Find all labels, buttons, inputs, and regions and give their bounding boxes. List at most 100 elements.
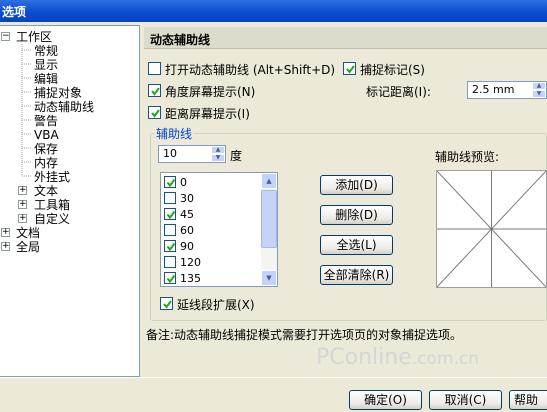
spin-down-icon[interactable]: ▼ xyxy=(532,90,546,98)
tree-item-label: VBA xyxy=(34,128,59,142)
list-item[interactable]: 0 xyxy=(164,175,260,191)
scroll-thumb[interactable] xyxy=(261,190,277,248)
options-tree[interactable]: − 工作区 常规 显示 编辑 捕捉对象 动态辅助线 警告 VBA 保存 内存 外… xyxy=(0,25,140,377)
enable-dynamic-guides-label: 打开动态辅助线 (Alt+Shift+D) xyxy=(165,63,336,77)
scroll-up-icon[interactable]: ▲ xyxy=(261,173,277,189)
guide-preview xyxy=(436,170,547,288)
angle-checkbox[interactable] xyxy=(164,208,176,220)
angle-value: 90 xyxy=(180,240,194,253)
angle-list-scrollbar[interactable]: ▲ ▼ xyxy=(261,173,277,286)
list-item[interactable]: 30 xyxy=(164,191,260,207)
expand-customize-icon[interactable]: + xyxy=(18,214,27,223)
angle-value: 120 xyxy=(180,256,201,269)
angle-value: 60 xyxy=(180,224,194,237)
title-bar: 选项 xyxy=(0,0,547,22)
dialog-footer: 确定(O) 取消(C) 帮助 xyxy=(0,377,547,412)
list-item[interactable]: 120 xyxy=(164,255,260,271)
tree-item-label: 常规 xyxy=(34,44,59,58)
distance-screen-tip-checkbox[interactable] xyxy=(148,106,161,119)
tick-spacing-spinner[interactable]: ▲ ▼ xyxy=(532,82,546,98)
angle-value: 0 xyxy=(180,176,187,189)
expand-document-icon[interactable]: + xyxy=(1,228,10,237)
tick-spacing-value: 2.5 mm xyxy=(472,83,515,96)
tree-item-display[interactable]: 显示 xyxy=(34,58,58,72)
angle-checkbox[interactable] xyxy=(164,272,176,284)
list-item[interactable]: 90 xyxy=(164,239,260,255)
scroll-down-icon[interactable]: ▼ xyxy=(261,270,277,286)
angle-value: 45 xyxy=(180,208,194,221)
expand-toolbox-icon[interactable]: + xyxy=(18,200,27,209)
spin-down-icon[interactable]: ▼ xyxy=(211,154,225,162)
tree-item-workspace[interactable]: 工作区 xyxy=(16,30,52,44)
tree-item-label: 工作区 xyxy=(16,30,53,44)
check-icon xyxy=(166,242,176,252)
tree-item-toolbox[interactable]: 工具箱 xyxy=(34,198,70,212)
delete-button[interactable]: 删除(D) xyxy=(320,205,393,225)
angle-unit-label: 度 xyxy=(230,149,243,163)
list-item[interactable]: 45 xyxy=(164,207,260,223)
help-button[interactable]: 帮助 xyxy=(509,390,547,410)
watermark-suffix: .com.cn xyxy=(411,349,479,369)
guide-preview-lines xyxy=(436,170,547,288)
tree-item-label: 文本 xyxy=(34,184,59,198)
tree-item-label: 捕捉对象 xyxy=(34,86,83,100)
tree-item-label: 保存 xyxy=(34,142,59,156)
tree-item-label: 自定义 xyxy=(34,212,71,226)
tree-item-label: 警告 xyxy=(34,114,59,128)
tree-item-dynamic-guides[interactable]: 动态辅助线 xyxy=(34,100,95,114)
angle-checkbox[interactable] xyxy=(164,192,176,204)
tree-item-edit[interactable]: 编辑 xyxy=(34,72,58,86)
cancel-button[interactable]: 取消(C) xyxy=(429,390,502,410)
add-button[interactable]: 添加(D) xyxy=(320,175,393,195)
tree-item-text[interactable]: 文本 xyxy=(34,184,58,198)
distance-screen-tip-label: 距离屏幕提示(I) xyxy=(165,107,250,121)
list-item[interactable]: 60 xyxy=(164,223,260,239)
tree-item-warnings[interactable]: 警告 xyxy=(34,114,58,128)
collapse-workspace-icon[interactable]: − xyxy=(1,32,10,41)
tree-item-plugins[interactable]: 外挂式 xyxy=(34,170,70,184)
clear-all-button[interactable]: 全部清除(R) xyxy=(320,265,393,285)
angle-checkbox[interactable] xyxy=(164,240,176,252)
angle-value: 10 xyxy=(163,147,177,160)
enable-dynamic-guides-checkbox[interactable] xyxy=(148,62,161,75)
tree-item-customize[interactable]: 自定义 xyxy=(34,212,70,226)
expand-text-icon[interactable]: + xyxy=(18,186,27,195)
spin-up-icon[interactable]: ▲ xyxy=(211,146,225,154)
tree-item-label: 显示 xyxy=(34,58,59,72)
note-text: 备注:动态辅助线捕捉模式需要打开选项页的对象捕捉选项。 xyxy=(146,328,463,342)
extend-segment-label: 延线段扩展(X) xyxy=(177,298,255,312)
ok-button[interactable]: 确定(O) xyxy=(349,390,422,410)
tree-item-memory[interactable]: 内存 xyxy=(34,156,58,170)
check-icon xyxy=(166,210,176,220)
tree-item-general[interactable]: 常规 xyxy=(34,44,58,58)
angle-checkbox[interactable] xyxy=(164,176,176,188)
angle-value: 30 xyxy=(180,192,194,205)
check-icon xyxy=(346,65,355,74)
tree-item-snap-objects[interactable]: 捕捉对象 xyxy=(34,86,82,100)
check-icon xyxy=(163,300,172,309)
angle-screen-tip-checkbox[interactable] xyxy=(148,84,161,97)
window-title: 选项 xyxy=(2,5,27,19)
angle-spinner[interactable]: ▲ ▼ xyxy=(211,146,225,162)
spin-up-icon[interactable]: ▲ xyxy=(532,82,546,90)
tick-spacing-input[interactable]: 2.5 mm ▲ ▼ xyxy=(467,81,547,99)
guides-group-title: 辅助线 xyxy=(154,125,195,142)
check-icon xyxy=(151,87,160,96)
angle-list[interactable]: 0 30 45 60 90 120 135 ▲ ▼ xyxy=(160,172,278,287)
snap-ticks-checkbox[interactable] xyxy=(343,62,356,75)
angle-input[interactable]: 10 ▲ ▼ xyxy=(158,145,226,163)
tick-spacing-label: 标记距离(I): xyxy=(366,85,431,99)
list-item[interactable]: 135 xyxy=(164,271,260,286)
tree-item-save[interactable]: 保存 xyxy=(34,142,58,156)
watermark-main: PConline xyxy=(316,345,412,370)
tree-item-label: 文档 xyxy=(16,226,41,240)
watermark: PConline.com.cn xyxy=(316,345,479,370)
tree-item-vba[interactable]: VBA xyxy=(34,128,59,142)
tree-item-document[interactable]: 文档 xyxy=(16,226,40,240)
tree-item-global[interactable]: 全局 xyxy=(16,240,40,254)
angle-checkbox[interactable] xyxy=(164,256,176,268)
expand-global-icon[interactable]: + xyxy=(1,242,10,251)
extend-segment-checkbox[interactable] xyxy=(160,297,173,310)
select-all-button[interactable]: 全选(L) xyxy=(320,235,393,255)
angle-checkbox[interactable] xyxy=(164,224,176,236)
